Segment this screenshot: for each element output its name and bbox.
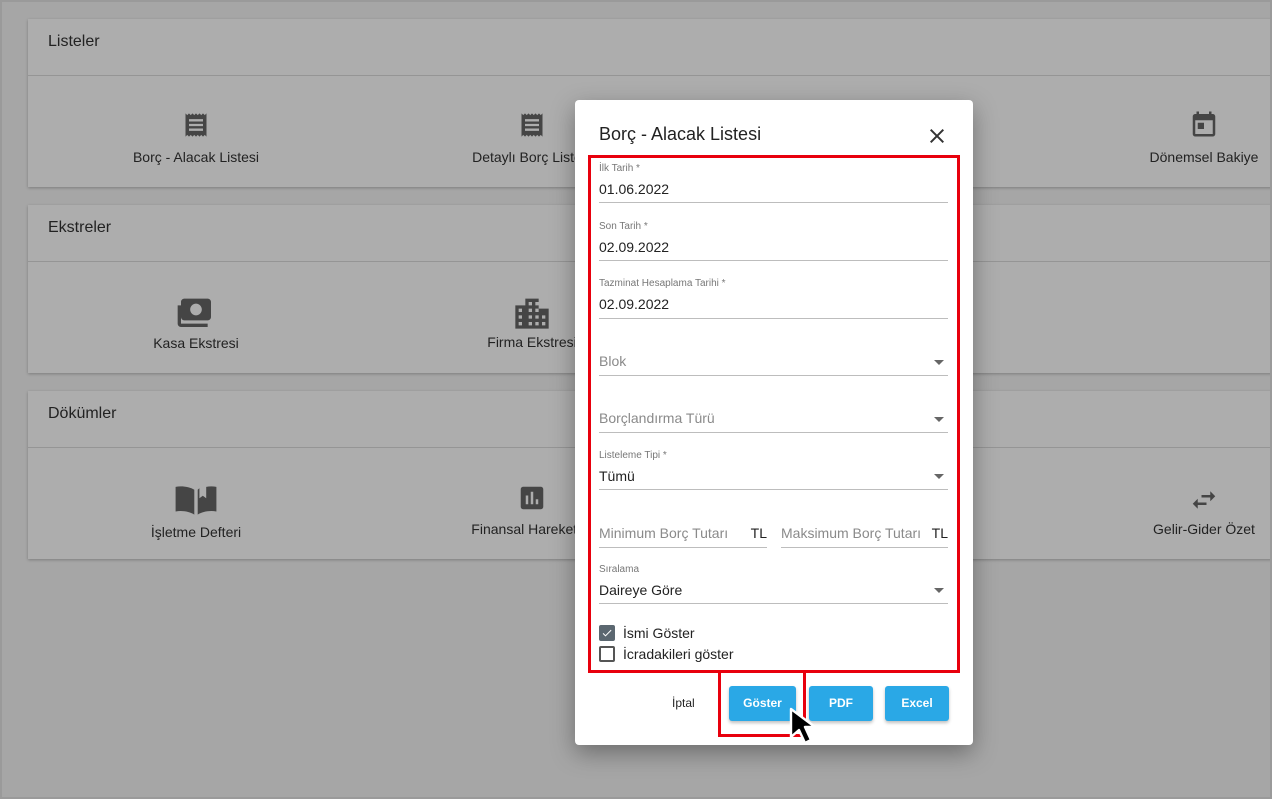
- chevron-down-icon: [934, 588, 944, 593]
- field-placeholder: Minimum Borç Tutarı: [599, 525, 729, 541]
- iptal-button[interactable]: İptal: [672, 686, 695, 721]
- field-label: Listeleme Tipi *: [599, 450, 667, 461]
- field-underline: [599, 432, 948, 433]
- chevron-down-icon: [934, 417, 944, 422]
- borc-alacak-dialog: Borç - Alacak Listesi İlk Tarih * 01.06.…: [575, 100, 973, 745]
- checkbox-unchecked[interactable]: [599, 646, 615, 662]
- close-icon[interactable]: [925, 124, 949, 148]
- minimum-borc-input[interactable]: Minimum Borç Tutarı TL: [599, 522, 767, 550]
- currency-suffix: TL: [750, 525, 767, 541]
- field-underline: [599, 489, 948, 490]
- maksimum-borc-input[interactable]: Maksimum Borç Tutarı TL: [781, 522, 948, 550]
- field-value: 01.06.2022: [599, 181, 670, 197]
- mouse-pointer-icon: [789, 707, 817, 745]
- currency-suffix: TL: [931, 525, 948, 541]
- check-icon: [602, 629, 612, 637]
- son-tarih-field[interactable]: Son Tarih * 02.09.2022: [599, 220, 948, 262]
- checkbox-checked[interactable]: [599, 625, 615, 641]
- field-underline: [599, 202, 948, 203]
- field-underline: [781, 547, 948, 548]
- field-label: Tazminat Hesaplama Tarihi *: [599, 278, 726, 289]
- dialog-title: Borç - Alacak Listesi: [599, 124, 762, 144]
- icradakileri-goster-checkbox[interactable]: İcradakileri göster: [599, 645, 799, 663]
- goster-button[interactable]: Göster: [729, 686, 796, 721]
- field-underline: [599, 318, 948, 319]
- field-label: İlk Tarih *: [599, 163, 640, 174]
- listeleme-tipi-select[interactable]: Listeleme Tipi * Tümü: [599, 449, 948, 491]
- borclandirma-turu-select[interactable]: Borçlandırma Türü: [599, 407, 948, 435]
- blok-select[interactable]: Blok: [599, 350, 948, 378]
- ismi-goster-checkbox[interactable]: İsmi Göster: [599, 624, 799, 642]
- field-label: Son Tarih *: [599, 221, 648, 232]
- field-value: Tümü: [599, 468, 635, 484]
- app-frame: Listeler Borç - Alacak Listesi Detaylı B…: [0, 0, 1272, 799]
- field-underline: [599, 547, 767, 548]
- excel-button[interactable]: Excel: [885, 686, 949, 721]
- field-value: 02.09.2022: [599, 239, 670, 255]
- checkbox-label: İcradakileri göster: [623, 646, 734, 662]
- chevron-down-icon: [934, 474, 944, 479]
- field-value: 02.09.2022: [599, 296, 670, 312]
- field-placeholder: Blok: [599, 353, 627, 369]
- field-underline: [599, 603, 948, 604]
- field-placeholder: Maksimum Borç Tutarı: [781, 525, 922, 541]
- tazminat-tarihi-field[interactable]: Tazminat Hesaplama Tarihi * 02.09.2022: [599, 277, 948, 319]
- siralama-select[interactable]: Sıralama Daireye Göre: [599, 563, 948, 605]
- field-underline: [599, 260, 948, 261]
- ilk-tarih-field[interactable]: İlk Tarih * 01.06.2022: [599, 162, 948, 204]
- field-underline: [599, 375, 948, 376]
- chevron-down-icon: [934, 360, 944, 365]
- field-label: Sıralama: [599, 564, 640, 575]
- field-placeholder: Borçlandırma Türü: [599, 410, 715, 426]
- field-value: Daireye Göre: [599, 582, 683, 598]
- checkbox-label: İsmi Göster: [623, 625, 695, 641]
